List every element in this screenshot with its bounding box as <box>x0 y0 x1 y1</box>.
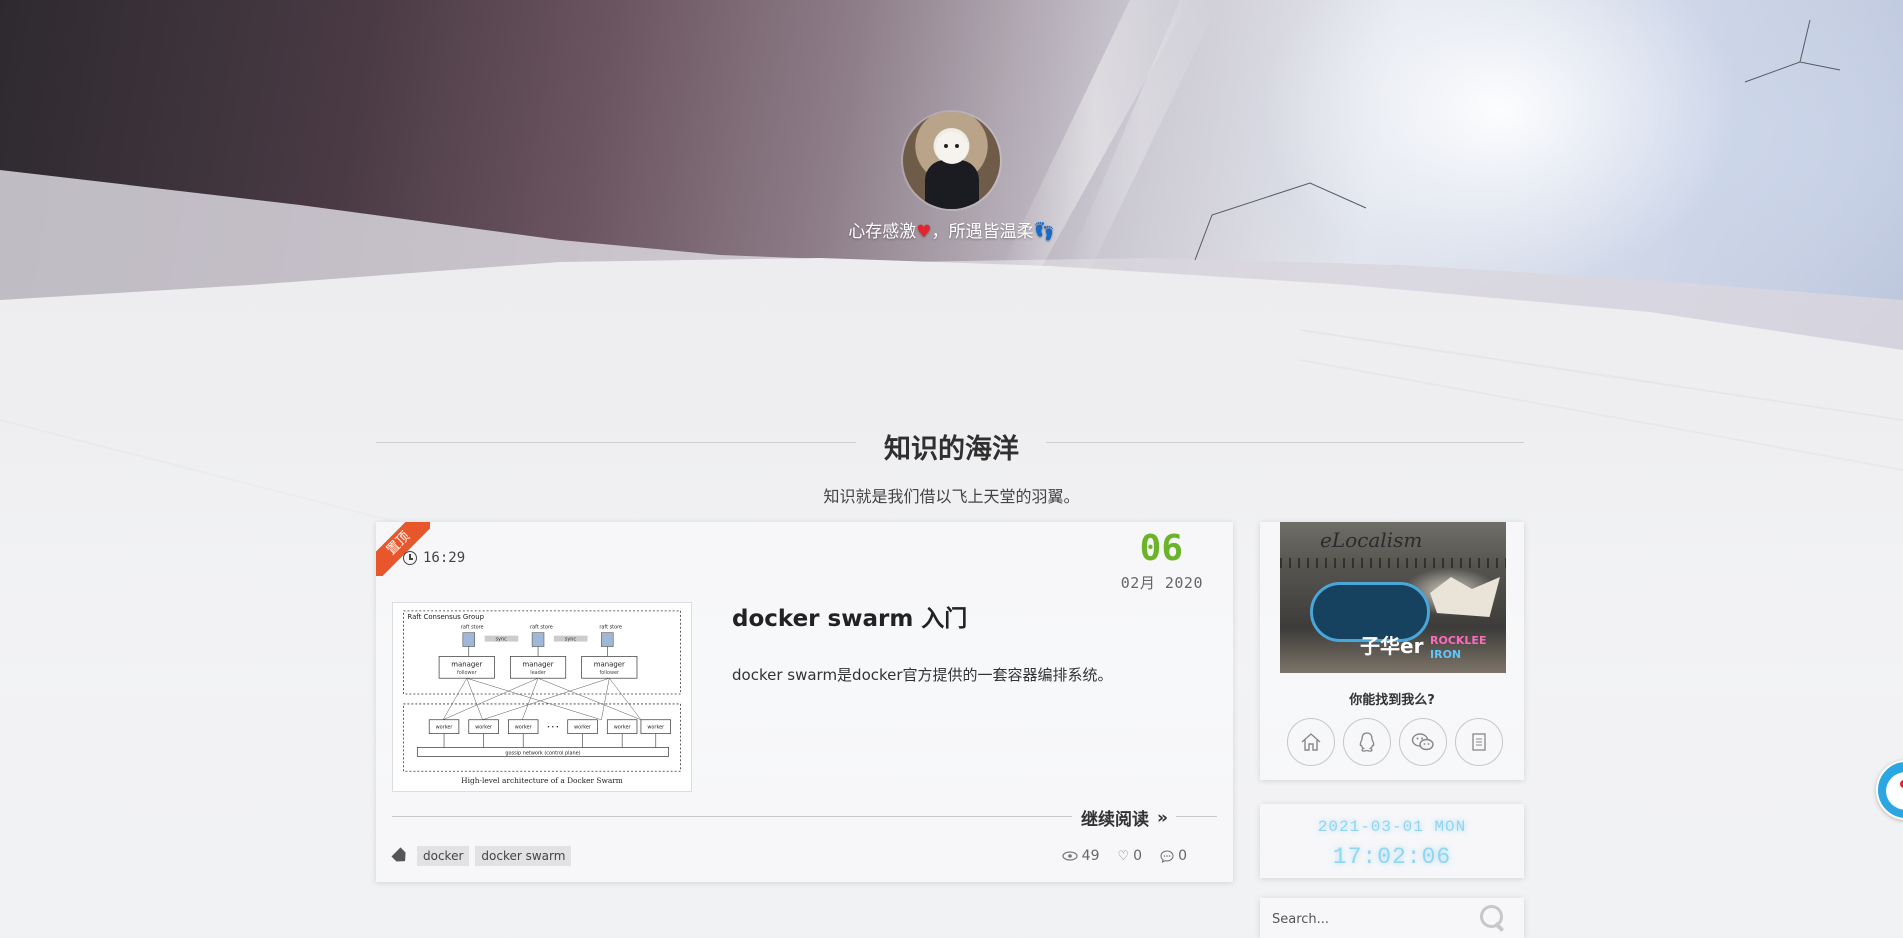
social-links <box>1287 718 1503 766</box>
card-divider-left <box>392 816 1072 817</box>
thumb-manager-1: manager <box>451 660 482 668</box>
home-link[interactable] <box>1287 718 1335 766</box>
motto-part2: ，所遇皆温柔 <box>931 222 1034 242</box>
thumb-follower-2: follower <box>599 670 620 676</box>
footprints-icon: 👣 <box>1033 222 1055 242</box>
tag-docker-swarm[interactable]: docker swarm <box>475 846 572 866</box>
post-title[interactable]: docker swarm 入门 <box>732 599 967 633</box>
search-widget <box>1260 898 1524 938</box>
post-excerpt: docker swarm是docker官方提供的一套容器编排系统。 <box>732 666 1113 684</box>
home-icon <box>1301 733 1321 751</box>
read-more-button[interactable]: 继续阅读 » <box>1081 805 1168 831</box>
find-me-label: 你能找到我么? <box>1349 693 1435 708</box>
thumb-manager-2: manager <box>523 660 554 668</box>
double-chevron-icon: » <box>1157 807 1168 828</box>
heart-icon: ♥ <box>916 222 932 242</box>
graffiti-title: eLocalism <box>1320 528 1423 552</box>
section-title: 知识的海洋 <box>884 434 1019 465</box>
graffiti-name: 子华er <box>1360 634 1424 658</box>
qq-link[interactable] <box>1343 718 1391 766</box>
clock-date: 2021-03-01 MON <box>1317 818 1467 836</box>
avatar-coat <box>925 160 979 209</box>
clock-time: 17:02:06 <box>1332 844 1452 870</box>
qq-icon <box>1359 732 1375 752</box>
thumb-raft-store-2: raft store <box>530 625 553 631</box>
clock-icon <box>403 551 417 565</box>
wechat-link[interactable] <box>1399 718 1447 766</box>
graffiti-shape <box>1430 577 1500 617</box>
pinned-ribbon: 置顶 <box>376 522 430 576</box>
comment-icon <box>1160 849 1174 863</box>
comments-stat[interactable]: 0 <box>1160 848 1187 864</box>
article-link[interactable] <box>1455 718 1503 766</box>
article-icon <box>1472 733 1486 751</box>
post-stats: 49 ♡ 0 0 <box>1062 848 1187 864</box>
graffiti-tag-b: IRON <box>1430 648 1462 661</box>
read-more-label: 继续阅读 <box>1081 810 1149 830</box>
thumb-worker-6: worker <box>647 725 665 731</box>
tag-docker[interactable]: docker <box>417 846 470 866</box>
thumb-manager-3: manager <box>594 660 625 668</box>
comments-count: 0 <box>1178 848 1187 864</box>
thumb-ellipsis: • • • <box>547 725 559 731</box>
thumb-worker-4: worker <box>574 725 592 731</box>
thumb-gossip: gossip network (control plane) <box>505 750 580 756</box>
barbed-wire <box>1280 558 1506 568</box>
thumb-caption: High-level architecture of a Docker Swar… <box>461 776 623 785</box>
thumb-worker-2: worker <box>475 725 493 731</box>
thumb-worker-3: worker <box>515 725 533 731</box>
heart-outline-icon: ♡ <box>1117 848 1130 864</box>
search-input[interactable] <box>1272 908 1472 930</box>
thumb-follower-1: follower <box>457 670 478 676</box>
search-icon[interactable] <box>1478 903 1508 933</box>
profile-widget: eLocalism 子华er ROCKLEE IRON 你能找到我么? <box>1260 522 1524 780</box>
pinned-label: 置顶 <box>376 522 430 576</box>
section-subtitle: 知识就是我们借以飞上天堂的羽翼。 <box>823 487 1080 506</box>
thumb-raft-store-1: raft store <box>461 625 484 631</box>
post-thumbnail[interactable]: Raft Consensus Group raft store raft sto… <box>392 602 692 792</box>
thumb-sync-2: sync <box>565 637 577 643</box>
post-time: 16:29 <box>403 550 465 566</box>
graffiti-tag-a: ROCKLEE <box>1430 634 1487 647</box>
views-count: 49 <box>1081 848 1100 864</box>
avatar-face <box>936 132 968 164</box>
likes-stat[interactable]: ♡ 0 <box>1118 848 1143 864</box>
thumb-worker-1: worker <box>436 725 454 731</box>
post-card: 置顶 16:29 06 02月 2020 Raft Consensus Grou… <box>376 522 1233 882</box>
thumb-raft-store-3: raft store <box>599 625 622 631</box>
thumb-worker-5: worker <box>614 725 632 731</box>
card-divider-right <box>1176 816 1217 817</box>
post-tags: docker docker swarm <box>391 846 572 866</box>
post-day: 06 <box>1139 528 1183 569</box>
profile-banner-image: eLocalism 子华er ROCKLEE IRON <box>1280 522 1506 673</box>
eye-icon <box>1062 851 1078 861</box>
views-stat: 49 <box>1062 848 1100 864</box>
thumb-sync-1: sync <box>495 637 507 643</box>
avatar-eye <box>955 144 959 148</box>
thumb-leader: leader <box>530 670 547 676</box>
avatar-eye <box>944 144 948 148</box>
post-month-year: 02月 2020 <box>1120 574 1203 592</box>
author-avatar[interactable] <box>903 112 1000 209</box>
tag-icon <box>391 847 409 865</box>
mascot-face <box>1886 772 1903 810</box>
wechat-icon <box>1411 733 1434 751</box>
motto-part1: 心存感激 <box>848 222 917 242</box>
thumb-group-label: Raft Consensus Group <box>407 613 484 621</box>
likes-count: 0 <box>1133 848 1143 864</box>
hero-motto: 心存感激♥，所遇皆温柔👣 <box>0 217 1903 242</box>
clock-widget: 2021-03-01 MON 17:02:06 <box>1260 804 1524 878</box>
post-time-text: 16:29 <box>423 550 466 566</box>
